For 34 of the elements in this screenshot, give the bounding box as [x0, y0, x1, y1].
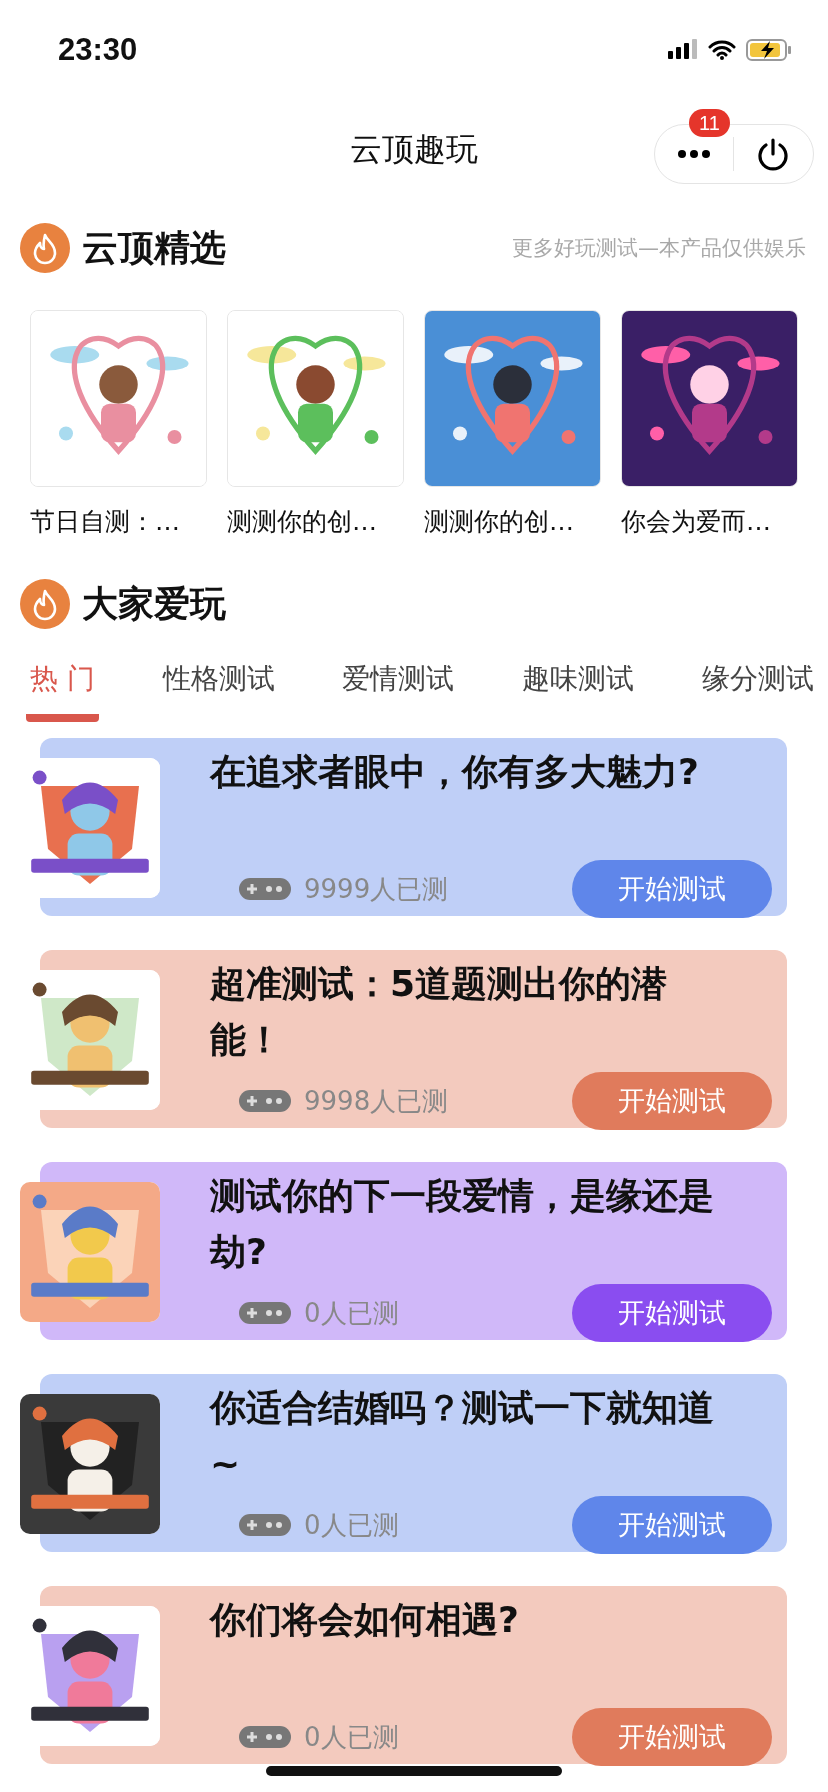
quiz-title: 你们将会如何相遇?: [210, 1598, 520, 1642]
category-tab[interactable]: 性格测试: [158, 652, 279, 722]
play-count: 0人已测: [304, 1508, 399, 1542]
play-count: 9998人已测: [304, 1084, 449, 1118]
play-count: 0人已测: [304, 1720, 399, 1754]
signal-icon: [668, 39, 698, 61]
play-count: 0人已测: [304, 1296, 399, 1330]
quiz-title: 测试你的下一段爱情，是缘还是劫?: [210, 1174, 715, 1274]
flame-icon: [20, 579, 70, 629]
quiz-title: 你适合结婚吗？测试一下就知道~: [210, 1386, 715, 1486]
flame-icon: [20, 223, 70, 273]
more-icon: [677, 149, 711, 159]
status-time: 23:30: [58, 32, 138, 68]
start-test-button[interactable]: 开始测试: [572, 1284, 772, 1342]
gamepad-icon: [238, 1089, 292, 1113]
quiz-title: 超准测试：5道题测出你的潜能！: [210, 962, 669, 1062]
section-title: 大家爱玩: [82, 581, 226, 626]
power-icon: [756, 137, 790, 171]
battery-charging-icon: [746, 38, 792, 62]
play-count: 9999人已测: [304, 872, 449, 906]
section-title: 云顶精选: [82, 225, 226, 270]
category-tab[interactable]: 趣味测试: [518, 652, 639, 722]
section-note: 更多好玩测试—本产品仅供娱乐: [512, 235, 806, 262]
gamepad-icon: [238, 1513, 292, 1537]
quiz-title: 在追求者眼中，你有多大魅力?: [210, 750, 700, 794]
category-tab[interactable]: 爱情测试: [338, 652, 459, 722]
page-title: 云顶趣玩: [350, 129, 478, 170]
category-tab[interactable]: 热 门: [26, 652, 99, 722]
category-tab[interactable]: 缘分测试: [697, 652, 818, 722]
gamepad-icon: [238, 1301, 292, 1325]
gamepad-icon: [238, 877, 292, 901]
gamepad-icon: [238, 1725, 292, 1749]
notification-badge: 11: [689, 109, 730, 137]
wifi-icon: [708, 39, 736, 61]
